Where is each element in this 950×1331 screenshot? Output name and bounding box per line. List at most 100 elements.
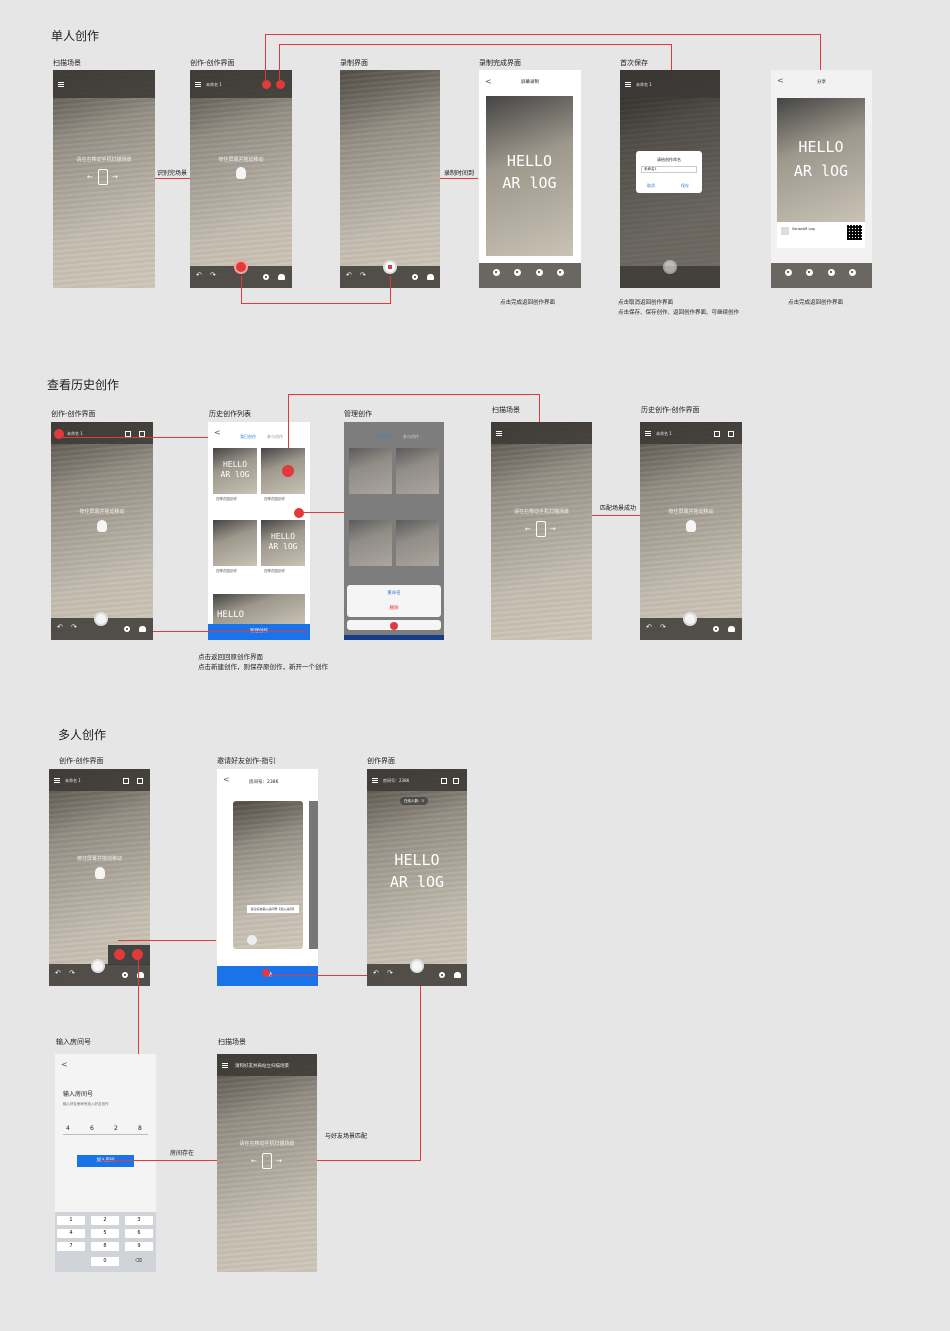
key-6[interactable]: 6 bbox=[125, 1229, 153, 1238]
menu-icon[interactable] bbox=[625, 82, 631, 87]
back-icon[interactable]: < bbox=[61, 1060, 68, 1069]
redo-icon[interactable]: ↷ bbox=[71, 623, 77, 631]
record-button[interactable] bbox=[410, 959, 424, 973]
hand-icon bbox=[97, 520, 107, 532]
share-icon[interactable] bbox=[123, 778, 129, 784]
people-icon[interactable] bbox=[139, 626, 146, 632]
share-save-icon[interactable] bbox=[849, 269, 856, 276]
undo-icon[interactable]: ↶ bbox=[346, 271, 352, 279]
share-icon[interactable] bbox=[262, 80, 271, 89]
save-icon[interactable] bbox=[137, 778, 143, 784]
next-preview bbox=[309, 801, 318, 949]
scan-hint: 请在右移动手机扫描场景 bbox=[239, 1141, 295, 1147]
menu-icon[interactable] bbox=[372, 778, 378, 783]
delete-button[interactable]: 删除 bbox=[347, 605, 441, 611]
menu-icon[interactable] bbox=[54, 778, 60, 783]
menu-icon[interactable] bbox=[496, 431, 502, 436]
save-button[interactable]: 保存 bbox=[681, 183, 689, 189]
brush-icon[interactable] bbox=[122, 972, 128, 978]
brush-icon[interactable] bbox=[713, 626, 719, 632]
share-icon[interactable] bbox=[714, 431, 720, 437]
key-0[interactable]: 0 bbox=[91, 1257, 119, 1266]
share-icon[interactable] bbox=[441, 778, 447, 784]
name-input[interactable]: 未命名1 bbox=[641, 166, 697, 173]
brush-icon[interactable] bbox=[412, 274, 418, 280]
save-icon[interactable] bbox=[276, 80, 285, 89]
people-icon[interactable] bbox=[728, 626, 735, 632]
record-button[interactable] bbox=[683, 612, 697, 626]
key-3[interactable]: 3 bbox=[125, 1216, 153, 1225]
key-8[interactable]: 8 bbox=[91, 1242, 119, 1251]
redo-icon[interactable]: ↷ bbox=[387, 969, 393, 977]
undo-icon[interactable]: ↶ bbox=[57, 623, 63, 631]
backspace-icon[interactable]: ⌫ bbox=[135, 1258, 142, 1264]
create-hint: 按住屏幕并拖动移动 bbox=[76, 856, 122, 862]
undo-icon[interactable]: ↶ bbox=[373, 969, 379, 977]
record-button[interactable] bbox=[663, 260, 677, 274]
save-icon[interactable] bbox=[728, 431, 734, 437]
phone-icon bbox=[98, 169, 108, 185]
digit-3[interactable]: 2 bbox=[114, 1125, 118, 1132]
scan-hint: 请在右移动手机扫描场景 bbox=[513, 509, 569, 515]
digit-2[interactable]: 6 bbox=[90, 1125, 94, 1132]
share-qq-icon[interactable] bbox=[828, 269, 835, 276]
key-9[interactable]: 9 bbox=[125, 1242, 153, 1251]
create-hint: 按住屏幕并拖动移动 bbox=[79, 509, 125, 515]
menu-icon[interactable] bbox=[222, 1063, 228, 1068]
people-icon[interactable] bbox=[427, 274, 434, 280]
share-wechat-icon[interactable] bbox=[785, 269, 792, 276]
key-4[interactable]: 4 bbox=[57, 1229, 85, 1238]
more-icon[interactable] bbox=[282, 465, 294, 477]
menu-icon[interactable] bbox=[195, 82, 201, 87]
share-moments-icon[interactable] bbox=[514, 269, 521, 276]
tab-mine[interactable]: 我已创作 bbox=[376, 434, 392, 440]
undo-icon[interactable]: ↶ bbox=[196, 271, 202, 279]
share-save-icon[interactable] bbox=[557, 269, 564, 276]
new-create-button[interactable]: 新建创作 bbox=[208, 624, 310, 640]
key-7[interactable]: 7 bbox=[57, 1242, 85, 1251]
share-qq-icon[interactable] bbox=[536, 269, 543, 276]
card-thumb[interactable]: HELLO AR lOG bbox=[213, 448, 257, 494]
brush-icon[interactable] bbox=[263, 274, 269, 280]
cancel-button[interactable]: 取消 bbox=[647, 183, 655, 189]
undo-icon[interactable]: ↶ bbox=[646, 623, 652, 631]
tap-mark bbox=[390, 622, 398, 630]
save-icon[interactable] bbox=[453, 778, 459, 784]
redo-icon[interactable]: ↷ bbox=[210, 271, 216, 279]
back-icon[interactable]: < bbox=[223, 775, 230, 784]
menu-icon[interactable] bbox=[58, 82, 64, 87]
key-1[interactable]: 1 bbox=[57, 1216, 85, 1225]
invite-friend-icon[interactable] bbox=[114, 949, 125, 960]
record-button[interactable] bbox=[91, 959, 105, 973]
key-5[interactable]: 5 bbox=[91, 1229, 119, 1238]
back-icon[interactable]: < bbox=[214, 428, 221, 437]
record-button[interactable] bbox=[94, 612, 108, 626]
rename-button[interactable]: 重命名 bbox=[347, 590, 441, 596]
menu-icon[interactable] bbox=[645, 431, 651, 436]
record-button[interactable] bbox=[234, 260, 248, 274]
card-thumb[interactable] bbox=[213, 520, 257, 566]
key-2[interactable]: 2 bbox=[91, 1216, 119, 1225]
more-icon[interactable] bbox=[294, 508, 304, 518]
share-wechat-icon[interactable] bbox=[493, 269, 500, 276]
tab-other[interactable]: 参与创作 bbox=[267, 434, 283, 440]
card-thumb[interactable]: HELLO AR lOG bbox=[261, 520, 305, 566]
video-preview[interactable]: HELLO AR lOG bbox=[486, 96, 573, 256]
share-moments-icon[interactable] bbox=[806, 269, 813, 276]
stop-button[interactable] bbox=[383, 260, 397, 274]
digit-1[interactable]: 4 bbox=[66, 1125, 70, 1132]
people-icon[interactable] bbox=[278, 274, 285, 280]
tab-mine[interactable]: 我已创作 bbox=[240, 434, 256, 440]
join-room-button[interactable]: 加入房间 bbox=[77, 1155, 134, 1167]
people-icon[interactable] bbox=[454, 972, 461, 978]
digit-4[interactable]: 8 bbox=[138, 1125, 142, 1132]
brush-icon[interactable] bbox=[124, 626, 130, 632]
card-thumb[interactable]: HELLO bbox=[213, 594, 305, 624]
redo-icon[interactable]: ↷ bbox=[360, 271, 366, 279]
tab-other[interactable]: 参与创作 bbox=[403, 434, 419, 440]
redo-icon[interactable]: ↷ bbox=[660, 623, 666, 631]
undo-icon[interactable]: ↶ bbox=[55, 969, 61, 977]
redo-icon[interactable]: ↷ bbox=[69, 969, 75, 977]
screen-h-history-create: 未命名 1 按住屏幕并拖动移动 ↶ ↷ bbox=[640, 422, 742, 640]
brush-icon[interactable] bbox=[439, 972, 445, 978]
